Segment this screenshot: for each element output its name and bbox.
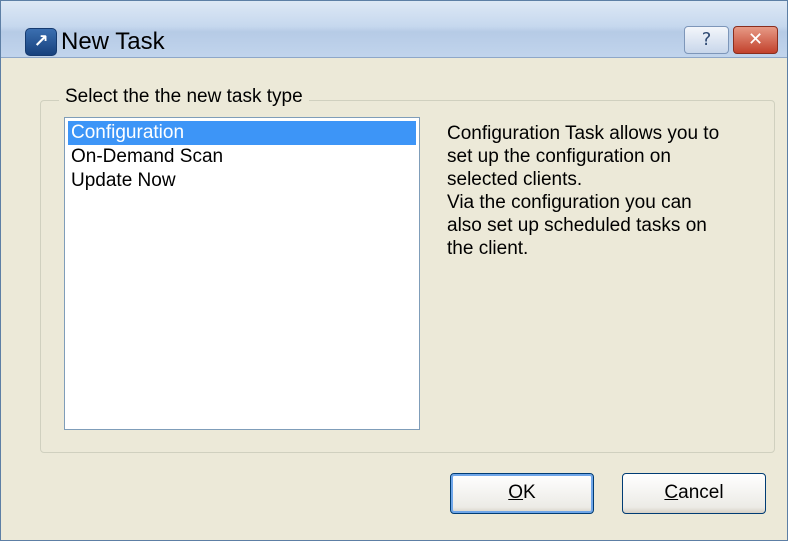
ok-mnemonic: O — [508, 482, 524, 503]
groupbox-title: Select the the new task type — [59, 86, 309, 108]
ok-label: K — [523, 482, 536, 503]
close-icon: ✕ — [747, 29, 764, 50]
cancel-label: ancel — [678, 482, 724, 503]
dialog-body: Select the the new task type Configurati… — [11, 58, 787, 540]
description-line: Configuration Task allows you to — [447, 123, 720, 144]
description-line: selected clients. — [447, 169, 583, 190]
close-button[interactable]: ✕ — [733, 26, 778, 54]
cancel-mnemonic: C — [664, 482, 679, 503]
description-line: set up the configuration on — [447, 146, 671, 167]
description-line: also set up scheduled tasks on — [447, 215, 707, 236]
window-title: New Task — [61, 28, 165, 55]
list-item-configuration[interactable]: Configuration — [68, 121, 416, 145]
cancel-button[interactable]: Cancel — [622, 473, 766, 514]
list-item-on-demand-scan[interactable]: On-Demand Scan — [68, 145, 416, 169]
ok-button[interactable]: OK — [450, 473, 594, 514]
description-line: Via the configuration you can — [447, 192, 692, 213]
task-type-list[interactable]: Configuration On-Demand Scan Update Now — [64, 117, 420, 430]
help-button[interactable]: ? — [684, 26, 729, 54]
list-item-update-now[interactable]: Update Now — [68, 169, 416, 193]
help-icon: ? — [701, 29, 712, 50]
description-line: the client. — [447, 238, 529, 259]
app-icon: ↗ — [25, 28, 57, 56]
task-description: Configuration Task allows you to set up … — [447, 122, 777, 260]
new-task-dialog: ↗ New Task ? ✕ Select the the new task t… — [0, 0, 788, 541]
title-bar[interactable]: ↗ New Task ? ✕ — [1, 1, 787, 58]
